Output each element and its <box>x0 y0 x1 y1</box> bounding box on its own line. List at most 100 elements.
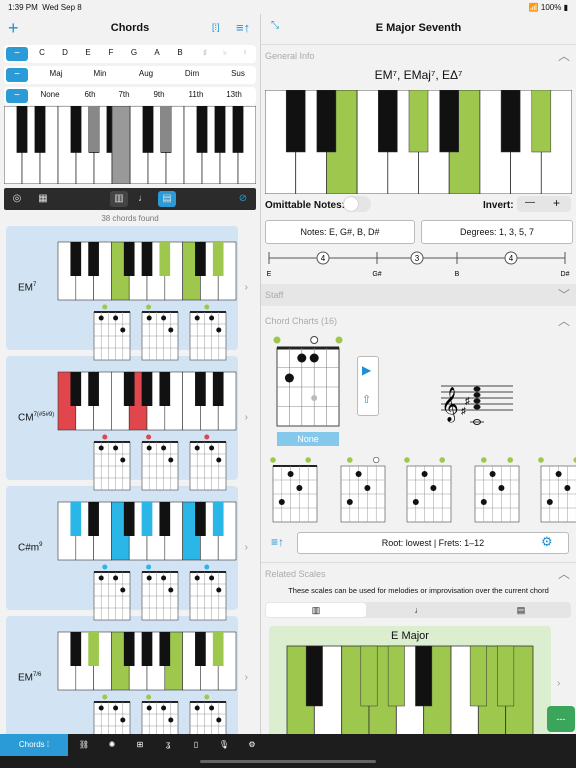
chord-chart-variant <box>340 456 386 523</box>
black-key <box>141 372 153 406</box>
chord-detail-panel: ⤡ E Major Seventh General Info ︿ EM⁷, EM… <box>261 14 576 734</box>
finger-dot <box>113 315 119 321</box>
black-key <box>212 242 224 276</box>
black-key <box>88 242 99 276</box>
root-dot <box>146 564 152 570</box>
finger-dot <box>120 457 126 463</box>
finger-dot <box>98 705 104 711</box>
black-key <box>123 242 135 276</box>
grid-icon[interactable]: ⊞ <box>130 734 150 756</box>
home-indicator <box>200 760 376 763</box>
finger-dot <box>421 471 428 477</box>
root-dot <box>270 457 276 463</box>
root-dot <box>102 304 108 310</box>
finger-dot <box>194 575 200 581</box>
mini-fretboard <box>93 304 131 361</box>
finger-dot <box>146 705 152 711</box>
root-dot <box>204 304 210 310</box>
root-dot <box>146 434 152 440</box>
finger-dot <box>98 575 104 581</box>
root-dot <box>404 457 410 463</box>
finger-dot <box>346 499 353 505</box>
main-fretboard <box>273 336 343 427</box>
finger-dot <box>194 315 200 321</box>
finger-dot <box>278 499 285 505</box>
mini-fretboard <box>93 434 131 491</box>
finger-dot <box>555 471 562 477</box>
root-dot <box>102 564 108 570</box>
black-key <box>195 632 206 666</box>
root-dot <box>204 694 210 700</box>
chord-chart-variant <box>270 457 318 523</box>
microphone-icon[interactable]: 🎙 <box>214 734 234 756</box>
ear-icon[interactable]: ʓ <box>158 734 178 756</box>
root-dot <box>102 434 108 440</box>
mini-fretboard <box>141 694 179 734</box>
book-icon[interactable]: ▯ <box>186 734 206 756</box>
mini-fretboard <box>93 564 131 621</box>
gear-icon[interactable]: ⚙ <box>242 734 262 756</box>
black-key <box>123 502 135 536</box>
finger-dot <box>120 587 126 593</box>
finger-dot <box>287 471 294 477</box>
chords-panel: + Chords [⁞] ≡↑ − C D E F G A B ♯ ♭ ♮ − … <box>0 14 261 734</box>
finger-dot <box>498 485 505 491</box>
link-icon[interactable]: ⛓ <box>74 734 94 756</box>
finger-dot <box>209 575 215 581</box>
black-key <box>88 372 99 406</box>
open-string-dot <box>310 336 319 344</box>
finger-dot <box>216 457 222 463</box>
black-key <box>123 632 135 666</box>
root-dot <box>481 457 487 463</box>
finger-dot <box>194 705 200 711</box>
root-dot <box>146 304 152 310</box>
chord-charts-graphics <box>270 336 576 734</box>
mini-fretboard <box>141 434 179 491</box>
black-key <box>387 645 405 707</box>
finger-dot <box>284 373 294 383</box>
finger-dot <box>168 327 174 333</box>
finger-dot <box>430 485 437 491</box>
string-dot <box>305 457 311 463</box>
mini-fretboard <box>189 304 227 361</box>
chord-cards-graphics <box>57 241 237 734</box>
finger-dot <box>489 471 496 477</box>
black-key <box>159 242 171 276</box>
chord-card-keyboard <box>57 241 237 301</box>
root-dot <box>102 694 108 700</box>
finger-dot <box>146 315 152 321</box>
mini-fretboard <box>189 564 227 621</box>
chord-chart-variant <box>404 457 452 523</box>
finger-dot <box>146 445 152 451</box>
finger-dot <box>480 499 487 505</box>
black-key <box>195 502 206 536</box>
bottom-tab-bar: Chords ⁞ ⛓ ✺ ⊞ ʓ ▯ 🎙 ⚙ <box>0 734 576 768</box>
finger-dot <box>161 705 167 711</box>
black-key <box>70 632 82 666</box>
finger-dot <box>209 315 215 321</box>
mini-fretboard <box>141 304 179 361</box>
root-dot <box>335 336 343 344</box>
circle-of-fifths-icon[interactable]: ✺ <box>102 734 122 756</box>
finger-dot <box>216 587 222 593</box>
finger-dot <box>355 471 362 477</box>
scale-keyboard <box>286 645 534 734</box>
mini-fretboard <box>189 694 227 734</box>
black-key <box>159 632 171 666</box>
black-key <box>88 502 99 536</box>
finger-dot <box>564 485 571 491</box>
finger-dot <box>297 353 307 363</box>
optional-dot <box>311 395 318 401</box>
mini-fretboard <box>93 694 131 734</box>
chord-chart-variant <box>474 457 520 523</box>
tab-chords[interactable]: Chords ⁞ <box>0 734 68 756</box>
finger-dot <box>161 315 167 321</box>
black-key <box>195 242 206 276</box>
black-key <box>212 502 224 536</box>
finger-dot <box>113 705 119 711</box>
root-dot <box>347 457 353 463</box>
finger-dot <box>209 445 215 451</box>
black-key <box>415 645 433 707</box>
root-dot <box>538 457 544 463</box>
finger-dot <box>168 457 174 463</box>
